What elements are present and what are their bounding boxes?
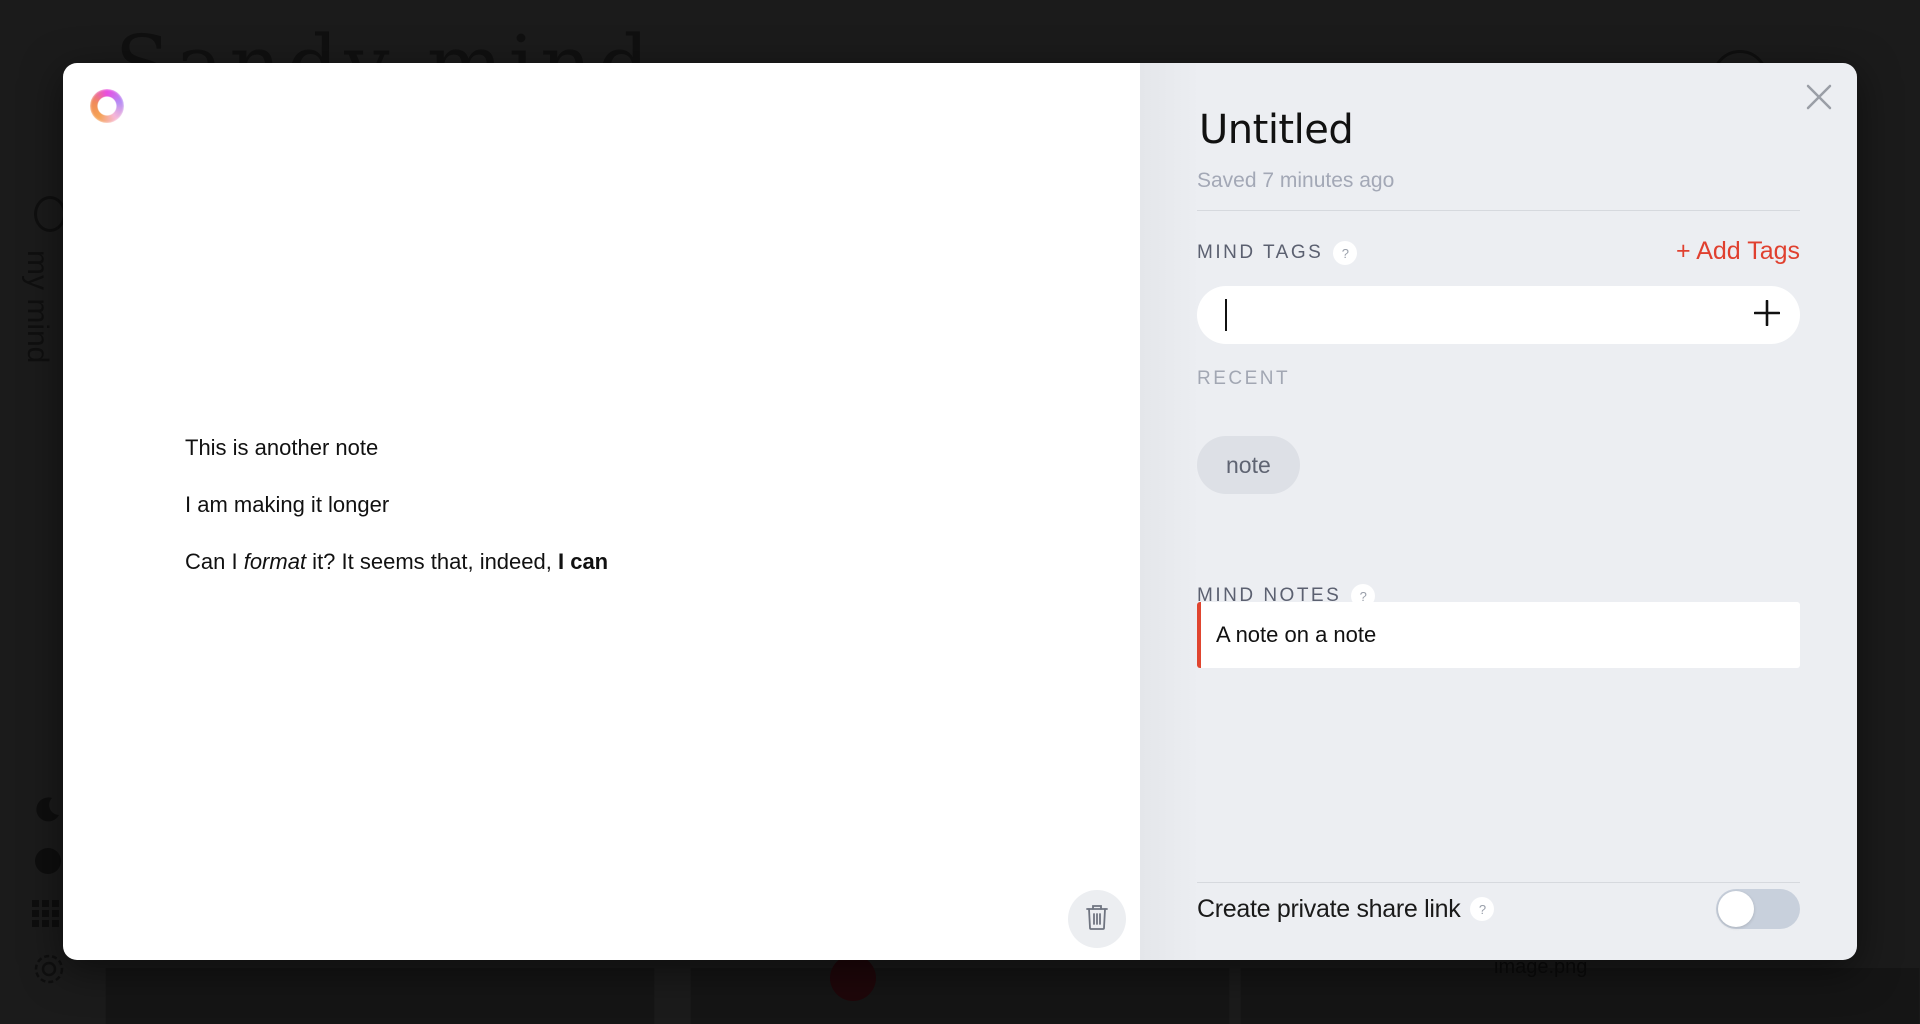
text-caret <box>1225 299 1227 331</box>
close-button[interactable] <box>1801 81 1837 117</box>
note-line: This is another note <box>185 435 379 460</box>
trash-icon <box>1085 903 1109 936</box>
divider <box>1197 210 1800 211</box>
share-link-label: Create private share link <box>1197 894 1461 923</box>
saved-status: Saved 7 minutes ago <box>1197 169 1395 192</box>
add-tags-button[interactable]: + Add Tags <box>1676 237 1800 266</box>
note-modal: This is another note I am making it long… <box>63 63 1857 960</box>
recent-tag-chip[interactable]: note <box>1197 436 1300 494</box>
help-icon[interactable]: ? <box>1333 241 1358 265</box>
logo-icon <box>90 89 124 123</box>
mind-note-item[interactable]: A note on a note <box>1197 602 1800 668</box>
tag-input[interactable] <box>1197 286 1738 344</box>
mind-tags-label: MIND TAGS ? <box>1197 241 1358 265</box>
note-line-formatted: Can I format it? It seems that, indeed, … <box>185 551 608 578</box>
share-link-toggle[interactable] <box>1716 889 1800 929</box>
tag-input-container <box>1197 286 1800 344</box>
note-line: I am making it longer <box>185 492 390 517</box>
text-segment: Can I <box>185 549 244 574</box>
mind-tags-label-text: MIND TAGS <box>1197 242 1324 263</box>
share-link-row: Create private share link ? <box>1197 887 1800 931</box>
help-icon[interactable]: ? <box>1470 897 1495 921</box>
italic-segment: format <box>243 549 307 574</box>
delete-note-button[interactable] <box>1068 890 1126 948</box>
note-editor-pane: This is another note I am making it long… <box>63 63 1140 960</box>
close-icon <box>1805 83 1833 116</box>
divider <box>1197 882 1800 883</box>
recent-label: RECENT <box>1197 368 1291 389</box>
note-details-pane: Untitled Saved 7 minutes ago MIND TAGS ?… <box>1140 63 1857 960</box>
plus-icon <box>1753 299 1781 331</box>
toggle-knob <box>1718 891 1754 927</box>
text-segment: it? It seems that, indeed, <box>306 549 558 574</box>
bold-segment: I can <box>557 549 609 574</box>
add-tag-button[interactable] <box>1738 286 1796 344</box>
note-title[interactable]: Untitled <box>1199 107 1354 153</box>
note-content[interactable]: This is another note I am making it long… <box>185 437 608 608</box>
